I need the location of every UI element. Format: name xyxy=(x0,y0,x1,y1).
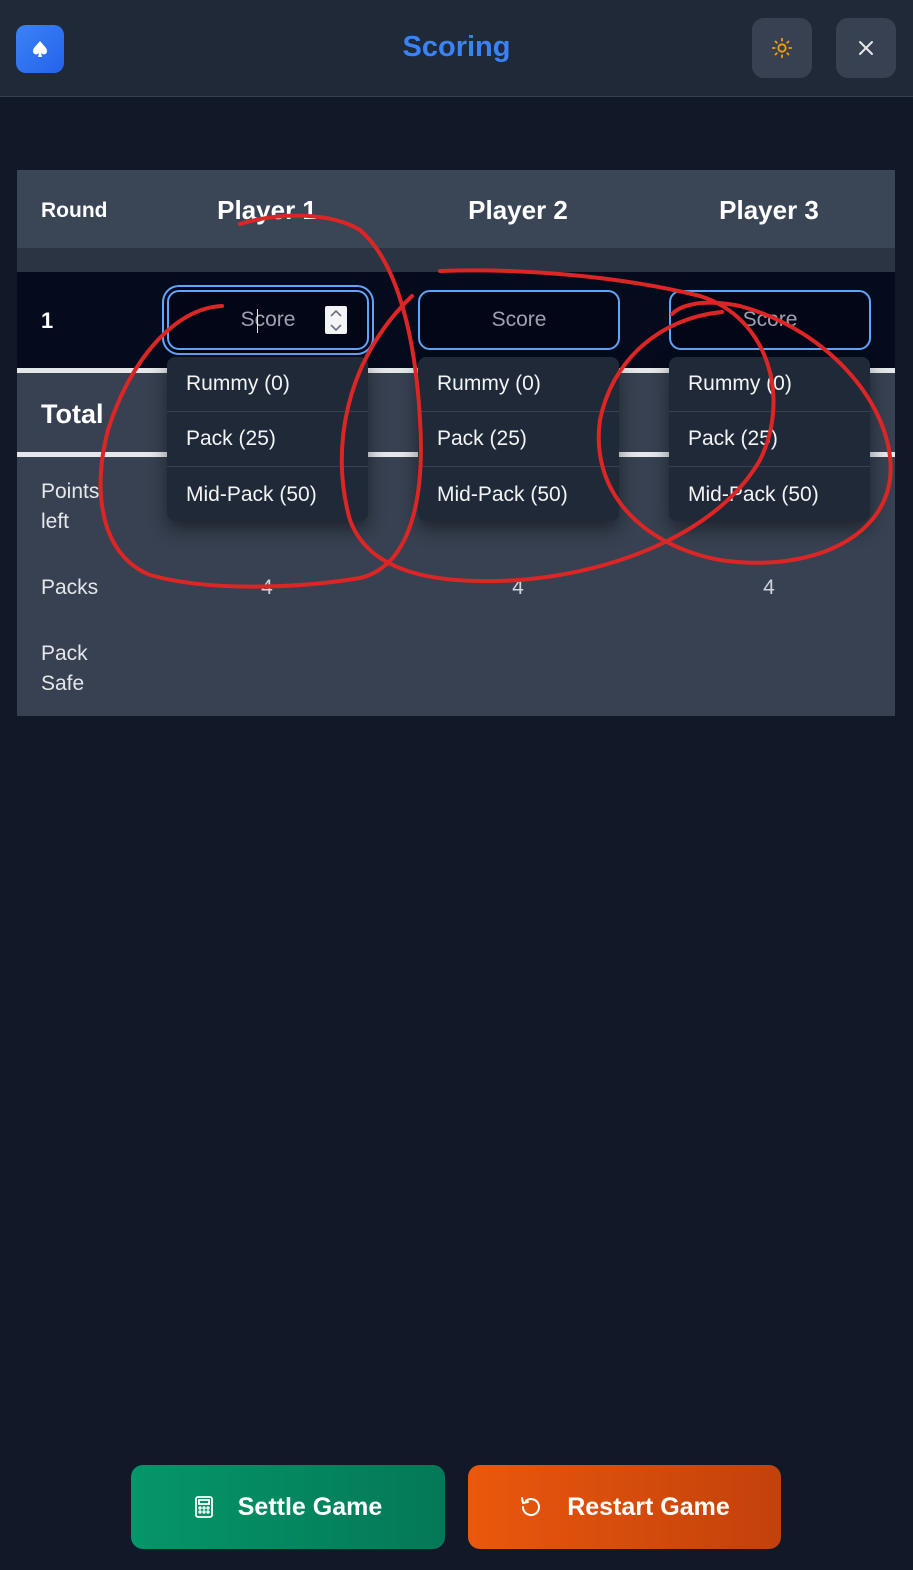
player-2-score-suggestions: Rummy (0) Pack (25) Mid-Pack (50) xyxy=(418,357,619,521)
option-rummy[interactable]: Rummy (0) xyxy=(167,357,368,412)
player-2-packs: 4 xyxy=(512,576,524,599)
player-2-header: Player 2 xyxy=(468,195,568,225)
close-button[interactable] xyxy=(836,18,896,78)
restart-game-button[interactable]: Restart Game xyxy=(468,1465,781,1549)
option-mid-pack[interactable]: Mid-Pack (50) xyxy=(669,467,870,521)
option-rummy[interactable]: Rummy (0) xyxy=(669,357,870,412)
settle-game-button[interactable]: Settle Game xyxy=(131,1465,445,1549)
caret-up-icon[interactable] xyxy=(330,309,342,317)
round-column-header: Round xyxy=(41,199,108,222)
app-header: Scoring xyxy=(0,0,913,97)
settle-game-label: Settle Game xyxy=(237,1492,383,1521)
player-1-score-suggestions: Rummy (0) Pack (25) Mid-Pack (50) xyxy=(167,357,368,521)
option-rummy[interactable]: Rummy (0) xyxy=(418,357,619,412)
text-cursor xyxy=(257,309,258,333)
option-mid-pack[interactable]: Mid-Pack (50) xyxy=(167,467,368,521)
total-label: Total xyxy=(41,399,104,429)
player-3-packs: 4 xyxy=(763,576,775,599)
player-3-score-input[interactable] xyxy=(669,290,871,350)
calculator-icon xyxy=(194,1496,213,1518)
option-pack[interactable]: Pack (25) xyxy=(669,412,870,467)
caret-down-icon[interactable] xyxy=(330,323,342,331)
rotate-ccw-icon xyxy=(521,1497,541,1516)
player-3-score-suggestions: Rummy (0) Pack (25) Mid-Pack (50) xyxy=(669,357,870,521)
player-1-header: Player 1 xyxy=(217,195,317,225)
theme-toggle-button[interactable] xyxy=(752,18,812,78)
player-2-score-input[interactable] xyxy=(418,290,620,350)
table-header: Round Player 1 Player 2 Player 3 xyxy=(17,170,895,248)
table-divider xyxy=(17,248,895,272)
player-1-packs: 4 xyxy=(261,576,273,599)
table-row: 1 xyxy=(17,272,895,368)
number-spinner[interactable] xyxy=(325,306,347,334)
player-3-header: Player 3 xyxy=(719,195,819,225)
option-pack[interactable]: Pack (25) xyxy=(167,412,368,467)
restart-game-label: Restart Game xyxy=(567,1492,730,1521)
packs-label: Packs xyxy=(41,576,99,599)
option-pack[interactable]: Pack (25) xyxy=(418,412,619,467)
close-icon xyxy=(859,41,873,55)
option-mid-pack[interactable]: Mid-Pack (50) xyxy=(418,467,619,521)
sun-icon xyxy=(771,37,793,59)
pack-safe-label: Pack Safe xyxy=(41,642,88,695)
round-number: 1 xyxy=(41,308,54,333)
points-left-label: Points left xyxy=(41,480,100,533)
